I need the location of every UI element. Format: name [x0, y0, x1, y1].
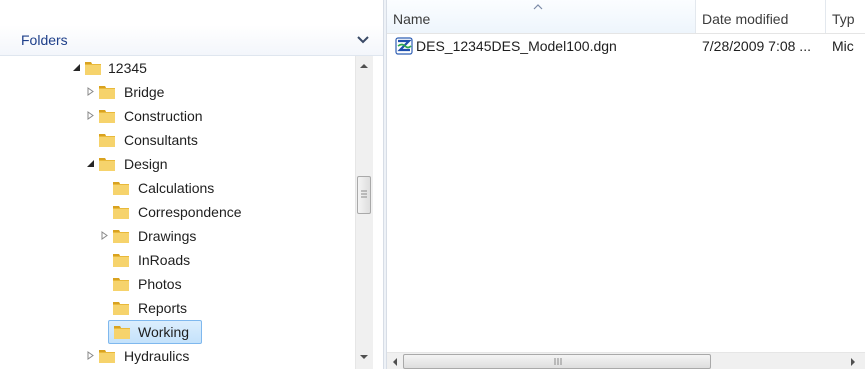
- file-date-modified: 7/28/2009 7:08 ...: [702, 38, 811, 54]
- explorer-window: Folders 12345 Bridge Construction Consul…: [0, 0, 865, 369]
- file-row[interactable]: DES_12345DES_Model100.dgn 7/28/2009 7:08…: [387, 34, 865, 58]
- tree-item-label: Consultants: [124, 132, 198, 148]
- tree-item-label: Reports: [138, 300, 188, 316]
- file-list-horizontal-scrollbar[interactable]: [387, 352, 865, 369]
- collapsed-triangle-icon[interactable]: [100, 231, 109, 240]
- folder-icon: [99, 86, 115, 99]
- column-header-date-modified[interactable]: Date modified: [696, 0, 826, 33]
- tree-item-label: Correspondence: [138, 204, 242, 220]
- tree-item-calculations[interactable]: Calculations: [98, 176, 248, 200]
- collapsed-triangle-icon[interactable]: [86, 87, 95, 96]
- tree-item-label: Bridge: [124, 84, 165, 100]
- folder-tree: 12345 Bridge Construction Consultants De…: [0, 56, 355, 369]
- tree-item-working[interactable]: Working: [108, 320, 202, 344]
- tree-item-hydraulics[interactable]: Hydraulics: [84, 344, 224, 368]
- tree-item-label: Photos: [138, 276, 182, 292]
- file-name: DES_12345DES_Model100.dgn: [416, 38, 617, 54]
- sort-ascending-icon: [533, 4, 543, 10]
- folder-icon: [99, 110, 115, 123]
- folders-header[interactable]: Folders: [0, 25, 383, 56]
- file-type: Mic: [832, 38, 854, 54]
- scroll-up-arrow-icon[interactable]: [359, 62, 369, 70]
- tree-item-12345[interactable]: 12345: [70, 56, 190, 80]
- expanded-triangle-icon[interactable]: [72, 63, 81, 72]
- tree-item-label: InRoads: [138, 252, 191, 268]
- folder-icon: [99, 158, 115, 171]
- folder-icon: [113, 182, 129, 195]
- column-header-type[interactable]: Typ: [826, 0, 865, 33]
- tree-item-label: 12345: [108, 60, 147, 76]
- tree-item-consultants[interactable]: Consultants: [84, 128, 234, 152]
- collapsed-triangle-icon[interactable]: [86, 351, 95, 360]
- tree-item-design[interactable]: Design: [84, 152, 204, 176]
- tree-item-drawings[interactable]: Drawings: [98, 224, 228, 248]
- column-headers: Name Date modified Typ: [387, 0, 865, 34]
- folders-pane: Folders 12345 Bridge Construction Consul…: [0, 0, 383, 369]
- column-header-label: Date modified: [702, 11, 789, 27]
- tree-item-label: Drawings: [138, 228, 197, 244]
- folder-icon: [113, 230, 129, 243]
- scroll-right-arrow-icon[interactable]: [849, 357, 857, 367]
- grip-icon: [554, 358, 562, 365]
- folder-icon: [113, 302, 129, 315]
- scroll-down-arrow-icon[interactable]: [359, 353, 369, 361]
- chevron-down-icon[interactable]: [356, 34, 370, 46]
- tree-item-label: Working: [138, 324, 190, 340]
- folders-title: Folders: [21, 32, 68, 48]
- folder-icon: [99, 134, 115, 147]
- tree-item-bridge[interactable]: Bridge: [84, 80, 204, 104]
- tree-item-construction[interactable]: Construction: [84, 104, 234, 128]
- tree-item-correspondence[interactable]: Correspondence: [98, 200, 268, 224]
- tree-vertical-scrollbar[interactable]: [355, 56, 373, 369]
- scroll-left-arrow-icon[interactable]: [391, 357, 399, 367]
- column-header-label: Typ: [832, 11, 855, 27]
- folder-icon: [99, 350, 115, 363]
- tree-item-reports[interactable]: Reports: [98, 296, 218, 320]
- expanded-triangle-icon[interactable]: [86, 159, 95, 168]
- folder-icon: [113, 254, 129, 267]
- column-header-name[interactable]: Name: [387, 0, 696, 33]
- tree-item-label: Construction: [124, 108, 203, 124]
- collapsed-triangle-icon[interactable]: [86, 111, 95, 120]
- microstation-dgn-file-icon: [395, 37, 413, 55]
- horizontal-scroll-thumb[interactable]: [403, 354, 711, 369]
- tree-item-inroads[interactable]: InRoads: [98, 248, 218, 272]
- folder-icon: [113, 278, 129, 291]
- file-list-pane: Name Date modified Typ DES_12345DES_Mode…: [387, 0, 865, 369]
- tree-item-photos[interactable]: Photos: [98, 272, 218, 296]
- tree-item-label: Calculations: [138, 180, 215, 196]
- tree-item-label: Hydraulics: [124, 348, 190, 364]
- tree-scroll-thumb[interactable]: [357, 176, 371, 214]
- tree-item-label: Design: [124, 156, 168, 172]
- folder-icon: [114, 326, 130, 339]
- folder-icon: [85, 62, 101, 75]
- grip-icon: [361, 190, 367, 198]
- folder-icon: [113, 206, 129, 219]
- column-header-label: Name: [393, 11, 431, 27]
